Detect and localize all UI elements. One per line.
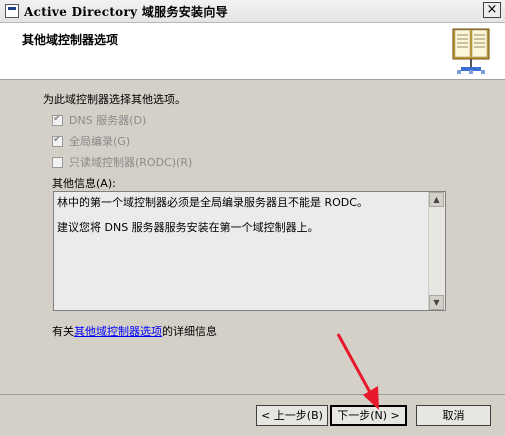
more-info-prefix: 有关 — [52, 325, 74, 338]
cancel-button[interactable]: 取消 — [416, 405, 491, 426]
dns-server-checkbox[interactable] — [52, 113, 63, 126]
title-bar[interactable]: Active Directory 域服务安装向导 × — [0, 0, 505, 23]
other-info-textbox[interactable]: 林中的第一个域控制器必须是全局编录服务器且不能是 RODC。 建议您将 DNS … — [53, 191, 446, 311]
window-app-icon — [5, 4, 19, 18]
wizard-body: 为此域控制器选择其他选项。 DNS 服务器(D) 全局编录(G) 只读域控制器(… — [0, 80, 505, 406]
rodc-label: 只读域控制器(RODC)(R) — [69, 156, 193, 169]
other-info-line-2: 建议您将 DNS 服务器服务安装在第一个域控制器上。 — [57, 221, 319, 234]
more-info-suffix: 的详细信息 — [162, 325, 217, 338]
close-button[interactable]: × — [483, 2, 501, 18]
footer-divider — [0, 394, 505, 395]
more-info-text: 有关其他域控制器选项的详细信息 — [52, 323, 217, 339]
page-title: 其他域控制器选项 — [22, 33, 119, 47]
dns-server-label: DNS 服务器(D) — [69, 114, 147, 127]
option-global-catalog[interactable]: 全局编录(G) — [52, 134, 130, 148]
wizard-window: Active Directory 域服务安装向导 × 其他域控制器选项 为此域控… — [0, 0, 505, 436]
more-info-link[interactable]: 其他域控制器选项 — [74, 325, 162, 338]
global-catalog-label: 全局编录(G) — [69, 135, 131, 148]
option-dns-server[interactable]: DNS 服务器(D) — [52, 113, 146, 127]
intro-text: 为此域控制器选择其他选项。 — [43, 93, 186, 106]
book-icon — [452, 28, 490, 74]
other-info-line-1: 林中的第一个域控制器必须是全局编录服务器且不能是 RODC。 — [57, 196, 368, 209]
scroll-down-icon[interactable]: ▼ — [429, 295, 444, 310]
window-title: Active Directory 域服务安装向导 — [24, 5, 228, 19]
next-button[interactable]: 下一步(N) > — [330, 405, 407, 426]
other-info-label: 其他信息(A): — [52, 177, 116, 190]
wizard-header: 其他域控制器选项 — [0, 23, 505, 80]
back-button[interactable]: < 上一步(B) — [256, 405, 328, 426]
option-rodc[interactable]: 只读域控制器(RODC)(R) — [52, 155, 192, 169]
rodc-checkbox[interactable] — [52, 156, 63, 168]
vertical-scrollbar[interactable]: ▲ ▼ — [428, 192, 445, 310]
scroll-up-icon[interactable]: ▲ — [429, 192, 444, 207]
global-catalog-checkbox[interactable] — [52, 134, 63, 147]
